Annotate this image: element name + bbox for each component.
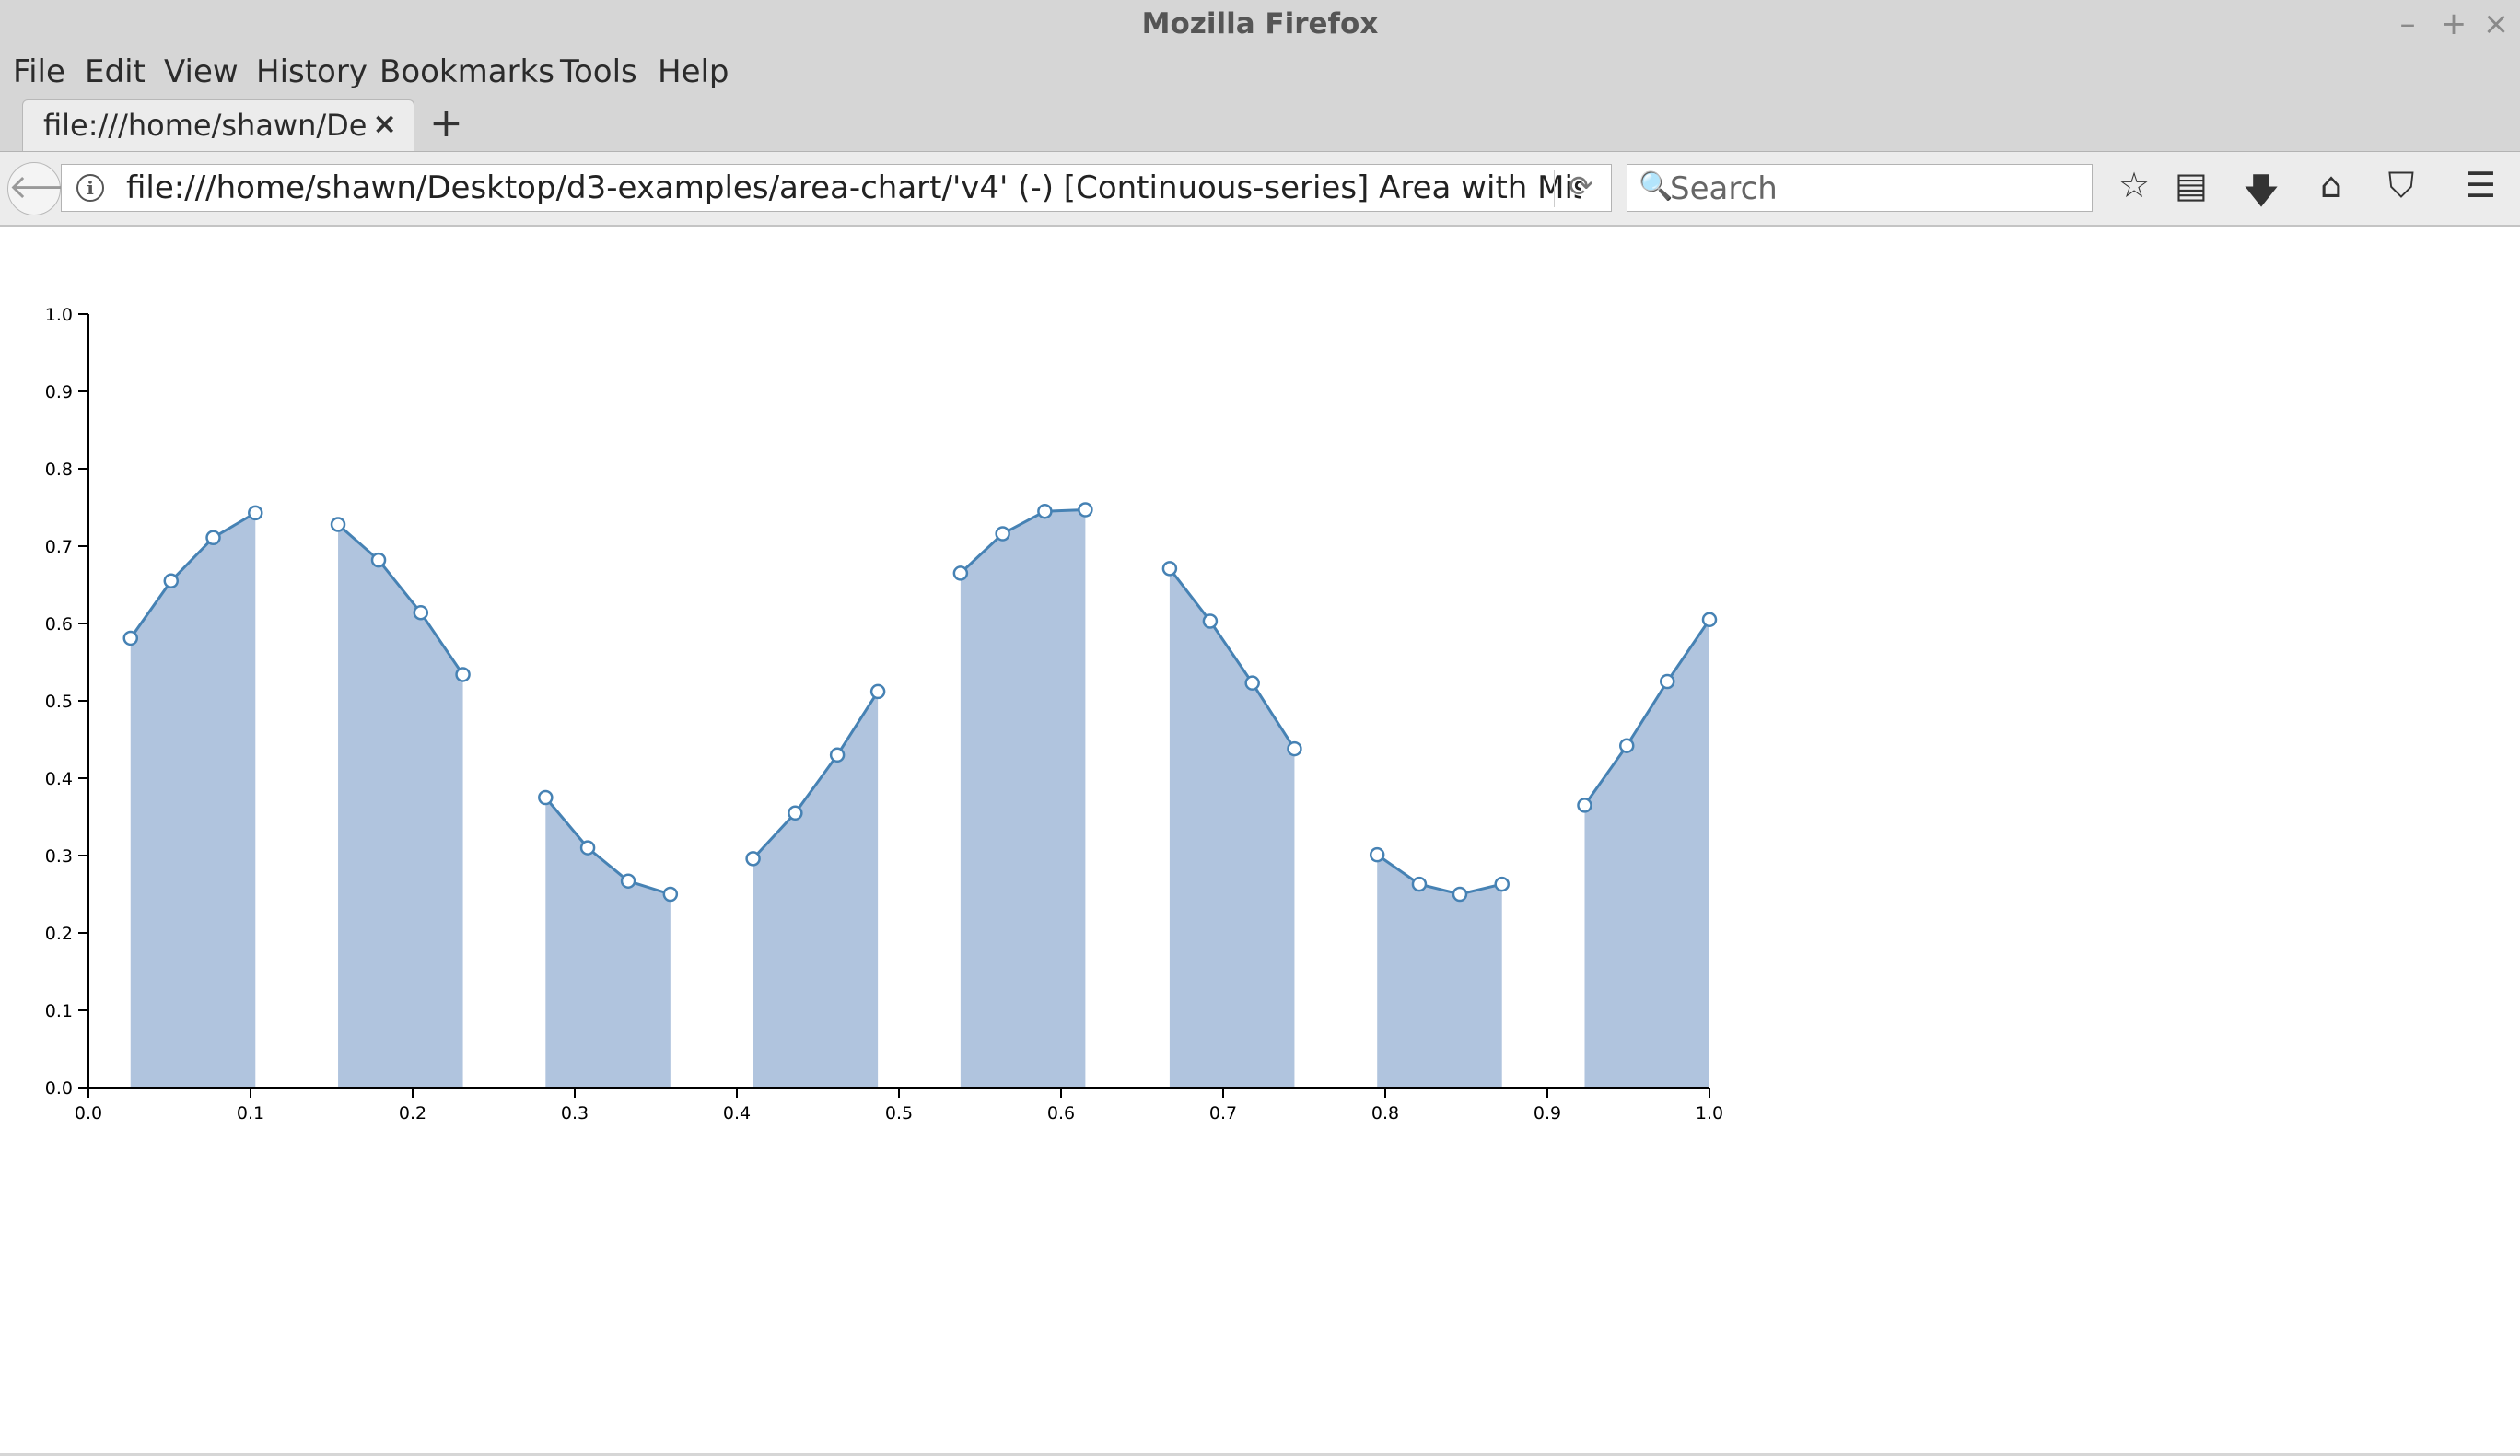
data-point [788, 805, 803, 821]
url-text[interactable]: file:///home/shawn/Desktop/d3-examples/a… [126, 169, 1581, 206]
pocket-icon[interactable]: ⛉ [2378, 165, 2424, 206]
page-content: 0.0 0.1 0.2 0.3 0.4 0.5 0.6 0.7 0.8 0.9 1.0 0.0 0.1 0… [0, 227, 2520, 1456]
tab-title: file:///home/shawn/Desktop/d3-examples/a… [43, 108, 366, 143]
data-point [122, 630, 139, 646]
area-segment-7 [1584, 619, 1709, 1088]
area-segment-2 [545, 798, 671, 1088]
data-point [620, 873, 636, 889]
minimize-button[interactable]: – [2389, 6, 2426, 42]
data-point [1202, 613, 1219, 629]
y-tick-label: 0.0 [45, 1078, 73, 1099]
x-tick-label: 1.0 [1696, 1103, 1723, 1124]
new-tab-button[interactable]: + [429, 99, 463, 146]
data-point [205, 530, 221, 546]
x-tick-label: 0.5 [885, 1103, 913, 1124]
back-button[interactable]: 🡐 [7, 162, 98, 215]
data-point [1618, 738, 1635, 753]
home-icon[interactable]: ⌂ [2308, 165, 2354, 205]
navigation-toolbar: 🡐 i file:///home/shawn/Desktop/d3-exampl… [0, 152, 2520, 227]
y-tick-label: 0.5 [45, 692, 73, 712]
data-point [1411, 876, 1428, 892]
window-title: Mozilla Firefox [1141, 7, 1379, 41]
data-point [1037, 503, 1053, 519]
reload-icon[interactable]: ⟳ [1569, 169, 1593, 204]
url-bar[interactable]: i file:///home/shawn/Desktop/d3-examples… [61, 164, 1612, 212]
menu-edit[interactable]: Edit [85, 53, 146, 90]
data-point [745, 851, 761, 867]
data-point [1494, 876, 1510, 892]
data-point [330, 517, 346, 532]
menu-help[interactable]: Help [658, 53, 729, 90]
data-point [662, 886, 679, 903]
y-tick-label: 0.9 [45, 382, 73, 402]
url-divider [1554, 170, 1555, 207]
data-point [1078, 502, 1093, 518]
area-segment-5 [1169, 568, 1295, 1088]
menu-file[interactable]: File [13, 53, 65, 90]
tab-close-icon[interactable]: × [372, 106, 397, 141]
x-tick-label: 0.8 [1371, 1103, 1399, 1124]
data-point [1452, 886, 1468, 903]
x-tick-label: 0.4 [723, 1103, 751, 1124]
x-tick-label: 0.0 [75, 1103, 102, 1124]
y-tick-label: 0.3 [45, 846, 73, 867]
data-point [163, 573, 180, 589]
x-tick-label: 0.3 [561, 1103, 589, 1124]
search-box[interactable]: 🔍 [1627, 164, 2093, 212]
data-point [1244, 675, 1260, 691]
maximize-button[interactable]: + [2435, 6, 2472, 42]
area-segment-0 [130, 512, 256, 1088]
menu-view[interactable]: View [164, 53, 239, 90]
data-point [829, 747, 846, 763]
menu-bar: File Edit View History Bookmarks Tools H… [0, 48, 2520, 98]
y-tick-label: 0.6 [45, 614, 73, 635]
close-window-button[interactable]: × [2478, 6, 2514, 42]
data-point [1161, 561, 1178, 577]
area-segment-4 [960, 509, 1086, 1088]
download-icon[interactable]: 🡇 [2238, 165, 2284, 225]
data-point [538, 789, 554, 806]
data-point [952, 565, 969, 581]
y-tick-label: 0.4 [45, 769, 73, 789]
data-point [1369, 846, 1385, 863]
area-chart: 0.0 0.1 0.2 0.3 0.4 0.5 0.6 0.7 0.8 0.9 1.0 0.0 0.1 0… [45, 305, 1723, 1124]
data-point [1701, 612, 1718, 628]
area-segment-1 [338, 524, 463, 1088]
data-point [869, 683, 886, 700]
data-point [1287, 740, 1302, 757]
x-tick-label: 0.9 [1534, 1103, 1561, 1124]
y-tick-label: 0.7 [45, 537, 73, 557]
window-titlebar: Mozilla Firefox – + × [0, 0, 2520, 48]
y-tick-label: 1.0 [45, 305, 73, 325]
data-point [1659, 673, 1675, 690]
bookmark-star-icon[interactable]: ☆ [2111, 165, 2157, 205]
y-tick-label: 0.8 [45, 460, 73, 480]
y-tick-label: 0.1 [45, 1001, 73, 1021]
tab-strip: file:///home/shawn/Desktop/d3-examples/a… [0, 98, 2520, 152]
browser-tab[interactable]: file:///home/shawn/Desktop/d3-examples/a… [22, 99, 414, 151]
area-segment-3 [752, 691, 879, 1088]
y-tick-label: 0.2 [45, 924, 73, 944]
data-point [995, 526, 1010, 542]
library-icon[interactable]: ▤ [2168, 165, 2214, 205]
site-info-icon[interactable]: i [76, 174, 104, 202]
x-tick-label: 0.7 [1209, 1103, 1237, 1124]
data-point [455, 667, 471, 682]
menu-history[interactable]: History [256, 53, 368, 90]
menu-bookmarks[interactable]: Bookmarks [379, 53, 554, 90]
search-input[interactable] [1668, 168, 2077, 210]
data-point [370, 552, 387, 568]
x-tick-label: 0.2 [399, 1103, 426, 1124]
hamburger-menu-icon[interactable]: ☰ [2457, 165, 2503, 205]
data-point [1577, 798, 1592, 813]
menu-tools[interactable]: Tools [560, 53, 637, 90]
data-point [248, 505, 263, 521]
x-tick-label: 0.6 [1047, 1103, 1075, 1124]
x-tick-label: 0.1 [237, 1103, 264, 1124]
data-point [413, 604, 429, 621]
data-point [579, 840, 596, 856]
